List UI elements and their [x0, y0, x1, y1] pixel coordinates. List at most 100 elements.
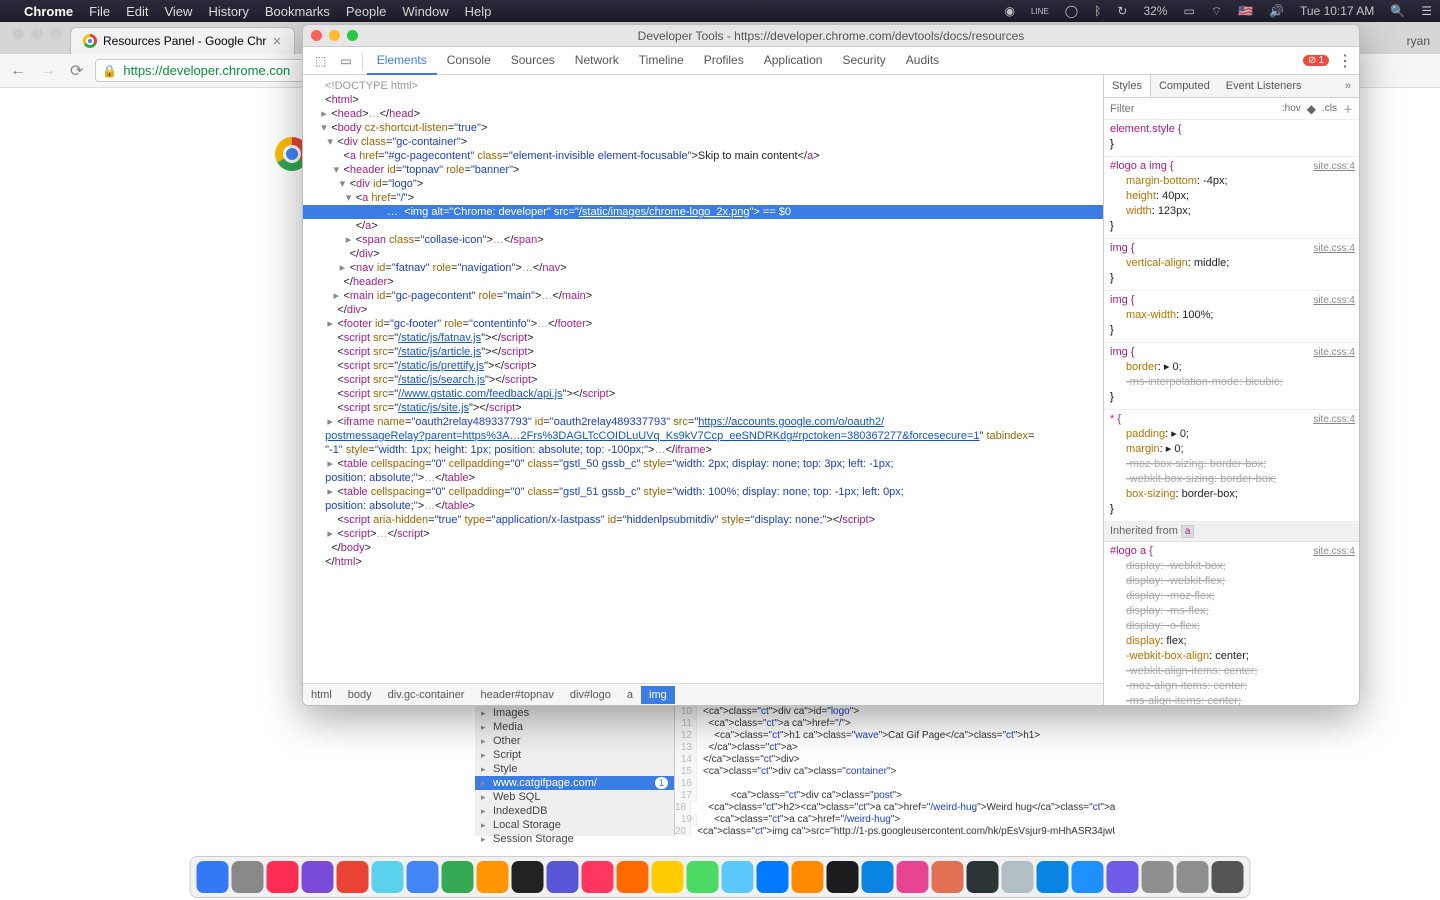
- dock-app-20[interactable]: [897, 861, 929, 893]
- dom-node[interactable]: </header>: [303, 275, 1103, 289]
- css-rule[interactable]: site.css:4#logo a img {margin-bottom: -4…: [1104, 157, 1359, 239]
- creative-cloud-icon[interactable]: ◉: [1004, 4, 1014, 18]
- dom-node[interactable]: </body>: [303, 541, 1103, 555]
- dom-node[interactable]: ▸<table cellspacing="0" cellpadding="0" …: [303, 457, 1103, 471]
- devtools-tab-audits[interactable]: Audits: [896, 47, 949, 75]
- dom-node[interactable]: <a href="#gc-pagecontent" class="element…: [303, 149, 1103, 163]
- volume-icon[interactable]: 🔊: [1269, 4, 1284, 18]
- timemachine-icon[interactable]: ↻: [1117, 4, 1127, 18]
- devtools-tab-console[interactable]: Console: [437, 47, 501, 75]
- dom-node[interactable]: ▸<main id="gc-pagecontent" role="main">……: [303, 289, 1103, 303]
- devtools-titlebar[interactable]: Developer Tools - https://developer.chro…: [303, 25, 1359, 47]
- dom-node[interactable]: ▾<body cz-shortcut-listen="true">: [303, 121, 1103, 135]
- dock-app-1[interactable]: [232, 861, 264, 893]
- dock-app-11[interactable]: [582, 861, 614, 893]
- devtools-tab-security[interactable]: Security: [832, 47, 895, 75]
- dock-app-23[interactable]: [1002, 861, 1034, 893]
- dom-node[interactable]: position: absolute;">…</table>: [303, 471, 1103, 485]
- dock-app-14[interactable]: [687, 861, 719, 893]
- dock-app-12[interactable]: [617, 861, 649, 893]
- tab-computed[interactable]: Computed: [1151, 75, 1218, 97]
- breadcrumb-item[interactable]: img: [641, 686, 675, 704]
- breadcrumb-item[interactable]: body: [340, 686, 380, 704]
- dom-node[interactable]: <script src="//www.gstatic.com/feedback/…: [303, 387, 1103, 401]
- cls-toggle[interactable]: .cls: [1322, 103, 1337, 114]
- dock-app-16[interactable]: [757, 861, 789, 893]
- menu-window[interactable]: Window: [402, 4, 448, 19]
- dock-app-19[interactable]: [862, 861, 894, 893]
- dock-app-10[interactable]: [547, 861, 579, 893]
- dock-app-28[interactable]: [1177, 861, 1209, 893]
- dom-node[interactable]: ▸<footer id="gc-footer" role="contentinf…: [303, 317, 1103, 331]
- devtools-window-controls[interactable]: [311, 30, 358, 41]
- clock[interactable]: Tue 10:17 AM: [1300, 4, 1374, 18]
- dock-app-5[interactable]: [372, 861, 404, 893]
- dock-app-4[interactable]: [337, 861, 369, 893]
- dom-node[interactable]: … <img alt="Chrome: developer" src="/sta…: [303, 205, 1103, 219]
- dom-node[interactable]: <!DOCTYPE html>: [303, 79, 1103, 93]
- dock-app-17[interactable]: [792, 861, 824, 893]
- dock-app-22[interactable]: [967, 861, 999, 893]
- dock-app-25[interactable]: [1072, 861, 1104, 893]
- resource-tree-item[interactable]: Media: [475, 720, 674, 734]
- tab-styles[interactable]: Styles: [1104, 75, 1151, 97]
- source-line[interactable]: 20<ca">class="ct">img ca">src="http://1-…: [675, 826, 1115, 836]
- dock-app-26[interactable]: [1107, 861, 1139, 893]
- source-line[interactable]: 17 <ca">class="ct">div ca">class="post">: [675, 790, 1115, 802]
- resource-tree-item[interactable]: IndexedDB: [475, 804, 674, 818]
- source-line[interactable]: 11 <ca">class="ct">a ca">href="/">: [675, 718, 1115, 730]
- dock-app-21[interactable]: [932, 861, 964, 893]
- dom-node[interactable]: <script src="/static/js/prettify.js"></s…: [303, 359, 1103, 373]
- line-app-icon[interactable]: LINE: [1031, 7, 1049, 16]
- dom-node[interactable]: ▸<nav id="fatnav" role="navigation">…</n…: [303, 261, 1103, 275]
- window-controls[interactable]: [8, 28, 70, 48]
- menubar-app-name[interactable]: Chrome: [24, 4, 73, 19]
- dom-node[interactable]: </div>: [303, 303, 1103, 317]
- dom-node[interactable]: ▾<div id="logo">: [303, 177, 1103, 191]
- dom-node[interactable]: ▸<iframe name="oauth2relay489337793" id=…: [303, 415, 1103, 429]
- menu-bookmarks[interactable]: Bookmarks: [265, 4, 330, 19]
- css-rule[interactable]: site.css:4#logo a {display: -webkit-box;…: [1104, 542, 1359, 705]
- devtools-tab-timeline[interactable]: Timeline: [629, 47, 694, 75]
- breadcrumb-item[interactable]: div.gc-container: [380, 686, 473, 704]
- status-icon[interactable]: ◯: [1065, 4, 1078, 18]
- dom-node[interactable]: <script src="/static/js/fatnav.js"></scr…: [303, 331, 1103, 345]
- dom-node[interactable]: </a>: [303, 219, 1103, 233]
- css-rule[interactable]: element.style {}: [1104, 120, 1359, 157]
- battery-percent[interactable]: 32%: [1143, 4, 1167, 18]
- styles-filter-input[interactable]: [1110, 103, 1276, 115]
- menu-help[interactable]: Help: [465, 4, 492, 19]
- dom-node[interactable]: ▸<table cellspacing="0" cellpadding="0" …: [303, 485, 1103, 499]
- devtools-tab-elements[interactable]: Elements: [367, 47, 437, 75]
- dark-toggle-icon[interactable]: ◆: [1307, 102, 1316, 116]
- css-rule[interactable]: site.css:4* {padding: ▸ 0;margin: ▸ 0;-m…: [1104, 410, 1359, 522]
- css-rule[interactable]: site.css:4img {border: ▸ 0;-ms-interpola…: [1104, 343, 1359, 410]
- css-rule[interactable]: site.css:4img {max-width: 100%;}: [1104, 291, 1359, 343]
- devtools-tab-sources[interactable]: Sources: [501, 47, 565, 75]
- menu-people[interactable]: People: [346, 4, 386, 19]
- spotlight-icon[interactable]: 🔍: [1390, 4, 1405, 18]
- dock-app-27[interactable]: [1142, 861, 1174, 893]
- dock-app-7[interactable]: [442, 861, 474, 893]
- resource-tree-item[interactable]: www.catgifpage.com/1: [475, 776, 674, 790]
- dock[interactable]: [190, 856, 1251, 898]
- new-rule-icon[interactable]: ＋: [1343, 101, 1353, 116]
- source-line[interactable]: 14</ca">class="ct">div>: [675, 754, 1115, 766]
- resource-tree-item[interactable]: Style: [475, 762, 674, 776]
- address-bar[interactable]: 🔒 https://developer.chrome.con: [95, 59, 305, 82]
- dock-app-3[interactable]: [302, 861, 334, 893]
- dom-node[interactable]: ▾<a href="/">: [303, 191, 1103, 205]
- dom-node[interactable]: </html>: [303, 555, 1103, 569]
- dock-app-29[interactable]: [1212, 861, 1244, 893]
- dock-app-2[interactable]: [267, 861, 299, 893]
- breadcrumb-item[interactable]: html: [303, 686, 340, 704]
- style-rules[interactable]: element.style {}site.css:4#logo a img {m…: [1104, 120, 1359, 705]
- resource-tree-item[interactable]: Script: [475, 748, 674, 762]
- resource-tree-item[interactable]: Images: [475, 706, 674, 720]
- dock-app-9[interactable]: [512, 861, 544, 893]
- dom-tree[interactable]: <!DOCTYPE html> <html> ▸<head>…</head> ▾…: [303, 75, 1103, 683]
- hov-toggle[interactable]: :hov: [1282, 103, 1301, 114]
- dock-app-13[interactable]: [652, 861, 684, 893]
- tab-event-listeners[interactable]: Event Listeners: [1218, 75, 1310, 97]
- dock-app-15[interactable]: [722, 861, 754, 893]
